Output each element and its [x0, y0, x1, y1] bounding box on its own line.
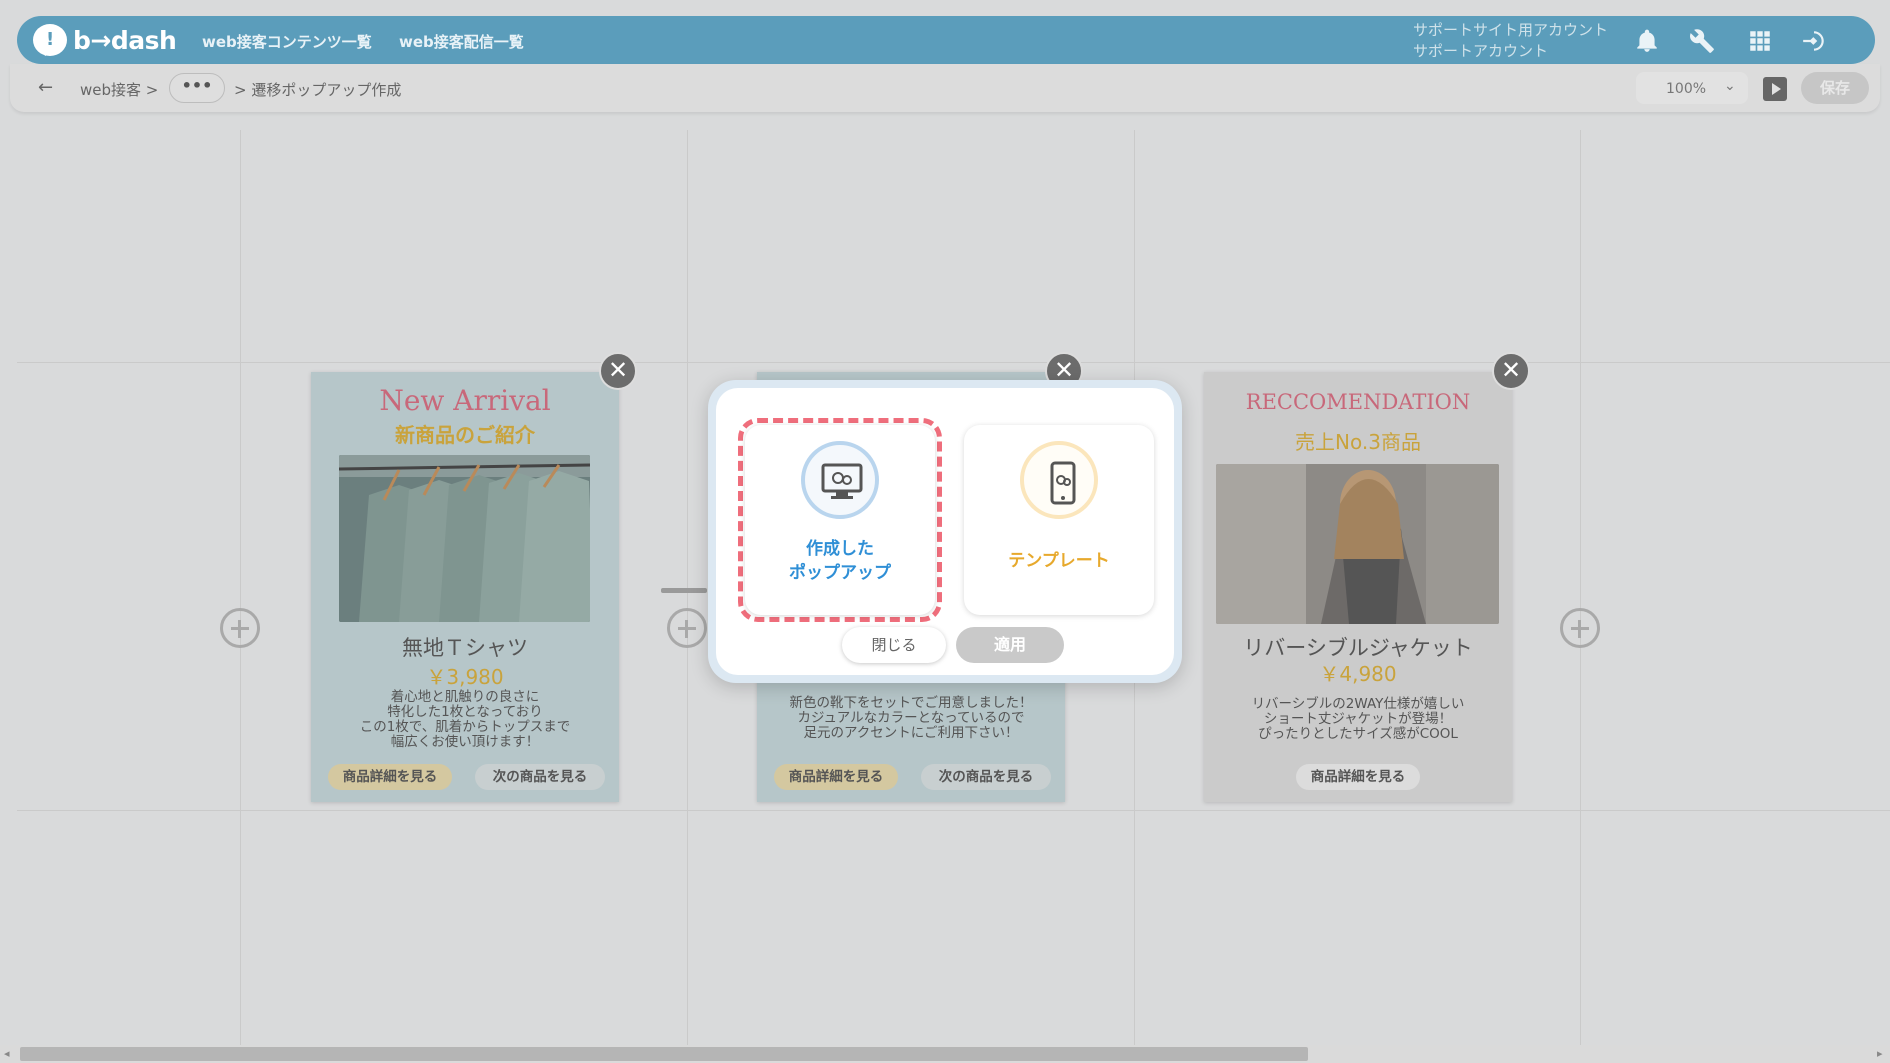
- bell-icon[interactable]: [1634, 28, 1660, 54]
- product-description: 着心地と肌触りの良さに 特化した1枚となっており この1枚で、肌着からトップスま…: [311, 690, 619, 750]
- grid-line: [17, 810, 1890, 811]
- created-popup-label-line1: 作成した: [806, 539, 874, 559]
- sign-in-icon[interactable]: [1801, 28, 1831, 54]
- grid-line: [1580, 130, 1581, 1045]
- next-product-button[interactable]: 次の商品を見る: [921, 764, 1051, 790]
- product-price: ￥4,980: [1319, 662, 1397, 686]
- breadcrumb-web-service[interactable]: web接客 >: [80, 79, 158, 100]
- popup-source-modal: 作成した ポップアップ テンプレート 閉じる 適用: [708, 380, 1182, 683]
- desc-line: 幅広くお使い頂けます！: [390, 734, 540, 750]
- grid-icon[interactable]: [1747, 28, 1773, 54]
- desc-line: 特化した1枚となっており: [387, 704, 543, 720]
- breadcrumb-current: > 遷移ポップアップ作成: [234, 81, 402, 99]
- add-step-icon[interactable]: [1560, 608, 1600, 648]
- flow-connector: [661, 588, 707, 593]
- scroll-left-arrow-icon[interactable]: ◂: [4, 1047, 10, 1060]
- jacket-image: [1216, 464, 1499, 624]
- template-option[interactable]: テンプレート: [964, 425, 1154, 615]
- card-title-en: RECCOMENDATION: [1245, 390, 1471, 414]
- created-popup-option[interactable]: 作成した ポップアップ: [745, 425, 935, 615]
- product-description: リバーシブルの2WAY仕様が嬉しい ショート丈ジャケットが登場！ ぴったりとした…: [1204, 697, 1512, 742]
- grid-line: [17, 362, 1890, 363]
- breadcrumb-more-button[interactable]: •••: [169, 73, 225, 103]
- monitor-chat-icon: [821, 463, 863, 499]
- breadcrumb-toolbar: ← web接客 > ••• > 遷移ポップアップ作成 100% ⌄ 保存: [10, 64, 1880, 112]
- account-line-2: サポートアカウント: [1413, 42, 1549, 60]
- template-label: テンプレート: [1008, 551, 1110, 571]
- product-name: 無地Ｔシャツ: [402, 636, 528, 660]
- desc-line: この1枚で、肌着からトップスまで: [359, 719, 571, 735]
- desc-line: 足元のアクセントにご利用下さい！: [803, 725, 1019, 741]
- product-description: 新色の靴下をセットでご用意しました！ カジュアルなカラーとなっているので 足元の…: [757, 696, 1065, 741]
- back-arrow-icon[interactable]: ←: [38, 77, 53, 98]
- top-navigation-bar: ! b→dash web接客コンテンツ一覧 web接客配信一覧 サポートサイト用…: [17, 16, 1875, 64]
- smartphone-icon: [1050, 461, 1076, 505]
- desc-line: リバーシブルの2WAY仕様が嬉しい: [1251, 696, 1465, 712]
- nav-web-content-list[interactable]: web接客コンテンツ一覧: [202, 31, 372, 52]
- close-icon[interactable]: ✕: [1492, 352, 1530, 390]
- grid-line: [240, 130, 241, 1045]
- logo-text: b→dash: [73, 25, 177, 55]
- card-title-en: New Arrival: [379, 384, 551, 417]
- scroll-right-arrow-icon[interactable]: ▸: [1877, 1047, 1883, 1060]
- popup-card-recommendation[interactable]: RECCOMENDATION 売上No.3商品 リバーシブルジャケット ￥4,9…: [1204, 372, 1512, 802]
- account-info[interactable]: サポートサイト用アカウント サポートアカウント: [1413, 20, 1608, 62]
- tshirt-image: [339, 455, 590, 622]
- product-price: ￥3,980: [426, 665, 504, 689]
- product-detail-button[interactable]: 商品詳細を見る: [1296, 764, 1420, 790]
- popup-card-new-arrival[interactable]: New Arrival 新商品のご紹介 無地Ｔシャツ ￥3,980 着心地と肌触…: [311, 372, 619, 802]
- add-step-icon[interactable]: [220, 608, 260, 648]
- close-button[interactable]: 閉じる: [842, 627, 946, 663]
- wrench-icon[interactable]: [1689, 28, 1715, 54]
- created-popup-label-line2: ポップアップ: [789, 563, 891, 583]
- template-circle: [1020, 441, 1098, 519]
- card-title-ja: 売上No.3商品: [1295, 430, 1421, 454]
- modal-body: 作成した ポップアップ テンプレート 閉じる 適用: [716, 388, 1174, 675]
- desc-line: ショート丈ジャケットが登場！: [1263, 711, 1453, 727]
- desc-line: カジュアルなカラーとなっているので: [797, 710, 1025, 726]
- logo-bubble-icon: !: [33, 24, 67, 56]
- created-popup-label: 作成した ポップアップ: [745, 537, 935, 585]
- created-popup-circle: [801, 441, 879, 519]
- product-detail-button[interactable]: 商品詳細を見る: [774, 764, 898, 790]
- nav-web-delivery-list[interactable]: web接客配信一覧: [399, 31, 524, 52]
- apply-button[interactable]: 適用: [956, 627, 1064, 663]
- bdash-logo[interactable]: ! b→dash: [33, 22, 177, 58]
- save-button[interactable]: 保存: [1801, 72, 1869, 104]
- product-detail-button[interactable]: 商品詳細を見る: [328, 764, 452, 790]
- scrollbar-thumb[interactable]: [20, 1047, 1308, 1061]
- zoom-select[interactable]: 100% ⌄: [1636, 72, 1748, 104]
- chevron-down-icon: ⌄: [1724, 78, 1736, 94]
- desc-line: ぴったりとしたサイズ感がCOOL: [1258, 726, 1458, 742]
- zoom-value: 100%: [1666, 81, 1707, 97]
- account-line-1: サポートサイト用アカウント: [1413, 21, 1609, 39]
- horizontal-scrollbar[interactable]: ◂ ▸: [0, 1045, 1890, 1063]
- add-step-icon[interactable]: [667, 608, 707, 648]
- logo-mark: !: [46, 29, 55, 50]
- desc-line: 新色の靴下をセットでご用意しました！: [789, 695, 1033, 711]
- desc-line: 着心地と肌触りの良さに: [390, 689, 540, 705]
- preview-play-button[interactable]: [1763, 77, 1787, 101]
- close-icon[interactable]: ✕: [599, 352, 637, 390]
- next-product-button[interactable]: 次の商品を見る: [475, 764, 605, 790]
- card-title-ja: 新商品のご紹介: [395, 423, 535, 447]
